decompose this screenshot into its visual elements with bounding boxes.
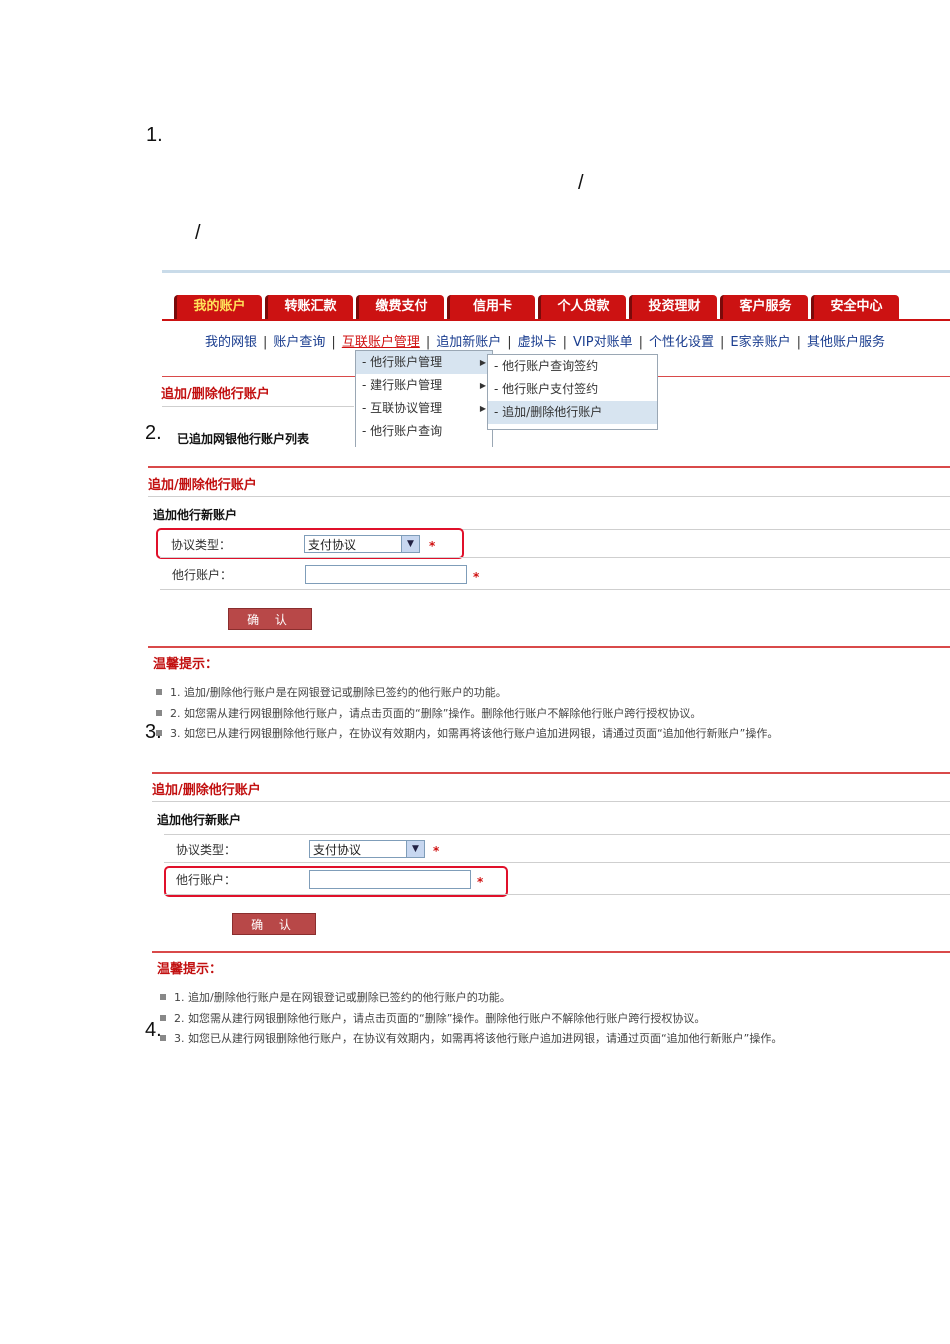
form-title: 追加/删除他行账户 [152, 783, 261, 798]
subnav-item-other-services[interactable]: 其他账户服务 [807, 335, 885, 350]
subnav-separator: | [562, 335, 568, 350]
subnav-item-account-query[interactable]: 账户查询 [273, 335, 325, 350]
protocol-type-label: 协议类型： [176, 843, 237, 857]
tab-customer-service[interactable]: 客户服务 [720, 295, 808, 319]
tip-item: 3. 如您已从建行网银删除他行账户，在协议有效期内，如需再将该他行账户追加进网银… [156, 725, 778, 741]
menu-item-other-bank-query[interactable]: - 他行账户查询 [356, 420, 492, 443]
menu-item-payment-signing[interactable]: - 他行账户支付签约 [488, 378, 657, 401]
subnav-item-add-account[interactable]: 追加新账户 [436, 335, 501, 350]
subnav-separator: | [720, 335, 725, 350]
menu-item-interbank-agreements[interactable]: - 互联协议管理 ▶ [356, 397, 492, 420]
form-row-divider [164, 894, 950, 895]
tab-my-account[interactable]: 我的账户 [174, 295, 262, 319]
menu-item-other-bank-accounts[interactable]: - 他行账户管理 ▶ [356, 351, 492, 374]
form-subtitle: 追加他行新账户 [157, 813, 242, 827]
tip-item: 1. 追加/删除他行账户是在网银登记或删除已签约的他行账户的功能。 [160, 989, 511, 1005]
tab-payment[interactable]: 缴费支付 [356, 295, 444, 319]
form-title: 追加/删除他行账户 [148, 478, 257, 493]
tips-title: 温馨提示： [153, 657, 219, 672]
subnav-separator: | [263, 335, 268, 350]
subnav-separator: | [507, 335, 512, 350]
menu-item-query-signing[interactable]: - 他行账户查询签约 [488, 355, 657, 378]
step-number-1: 1. [146, 124, 163, 146]
account-list-title: 已追加网银他行账户列表 [177, 432, 310, 446]
confirm-button[interactable]: 确 认 [232, 913, 316, 935]
menu-item-label: - 互联协议管理 [362, 401, 443, 415]
required-star: * [433, 844, 440, 858]
menu-item-label: - 他行账户管理 [362, 355, 443, 369]
subnav-item-vip-statement[interactable]: VIP对账单 [573, 335, 633, 350]
tab-investment[interactable]: 投资理财 [629, 295, 717, 319]
section-divider [148, 646, 950, 648]
slash-mark: / [578, 172, 584, 194]
tab-security-center[interactable]: 安全中心 [811, 295, 899, 319]
menu-item-ccb-accounts[interactable]: - 建行账户管理 ▶ [356, 374, 492, 397]
step-number-2: 2. [145, 422, 162, 444]
dropdown-menu-level1: - 他行账户管理 ▶ - 建行账户管理 ▶ - 互联协议管理 ▶ - 他行账户查询 [355, 350, 493, 447]
subnav-item-virtual-card[interactable]: 虚拟卡 [518, 335, 557, 350]
subnav-item-interbank-accounts[interactable]: 互联账户管理 [342, 335, 420, 350]
tip-item: 2. 如您需从建行网银删除他行账户，请点击页面的“删除”操作。删除他行账户不解除… [156, 705, 701, 721]
header-divider [162, 270, 950, 273]
submenu-arrow-icon: ▶ [479, 358, 486, 367]
step-number-3: 3. [145, 721, 162, 743]
other-account-label: 他行账户： [172, 568, 233, 582]
other-account-input[interactable] [305, 565, 467, 584]
subnav-separator: | [331, 335, 336, 350]
bullet-icon [160, 994, 166, 1000]
highlight-box [156, 528, 464, 559]
tip-text: 2. 如您需从建行网银删除他行账户，请点击页面的“删除”操作。删除他行账户不解除… [174, 1012, 706, 1025]
subnav-item-my-banking[interactable]: 我的网银 [205, 335, 257, 350]
menu-item-label: - 他行账户查询 [362, 424, 443, 438]
bullet-icon [156, 689, 162, 695]
subnav-item-family-account[interactable]: E家亲账户 [730, 335, 790, 350]
section-divider [152, 951, 950, 953]
menu-item-label: - 建行账户管理 [362, 378, 443, 392]
protocol-type-select[interactable]: 支付协议 ▼ [309, 840, 425, 858]
confirm-button[interactable]: 确 认 [228, 608, 312, 630]
tip-text: 2. 如您需从建行网银删除他行账户，请点击页面的“删除”操作。删除他行账户不解除… [170, 707, 702, 720]
tab-credit-card[interactable]: 信用卡 [447, 295, 535, 319]
subnav-item-personalization[interactable]: 个性化设置 [649, 335, 714, 350]
tab-personal-loan[interactable]: 个人贷款 [538, 295, 626, 319]
bullet-icon [156, 710, 162, 716]
section-divider [148, 496, 950, 497]
slash-mark: / [195, 222, 201, 244]
form-row-divider [160, 589, 950, 590]
protocol-type-value: 支付协议 [313, 843, 362, 857]
tip-item: 2. 如您需从建行网银删除他行账户，请点击页面的“删除”操作。删除他行账户不解除… [160, 1010, 705, 1026]
tip-item: 3. 如您已从建行网银删除他行账户，在协议有效期内，如需再将该他行账户追加进网银… [160, 1030, 782, 1046]
page-title: 追加/删除他行账户 [161, 387, 270, 402]
menu-item-add-delete-account[interactable]: - 追加/删除他行账户 [488, 401, 657, 424]
tip-text: 3. 如您已从建行网银删除他行账户，在协议有效期内，如需再将该他行账户追加进网银… [170, 727, 779, 740]
tip-text: 1. 追加/删除他行账户是在网银登记或删除已签约的他行账户的功能。 [174, 991, 511, 1004]
tip-item: 1. 追加/删除他行账户是在网银登记或删除已签约的他行账户的功能。 [156, 684, 507, 700]
sub-navigation: 我的网银 | 账户查询 | 互联账户管理 | 追加新账户 | 虚拟卡 | VIP对账单 | 个性化设置 |… [205, 331, 885, 350]
form-row-divider [164, 834, 950, 835]
tip-text: 3. 如您已从建行网银删除他行账户，在协议有效期内，如需再将该他行账户追加进网银… [174, 1032, 783, 1045]
subnav-separator: | [796, 335, 802, 350]
submenu-arrow-icon: ▶ [479, 404, 486, 413]
form-row-divider [160, 557, 950, 558]
dropdown-menu-level2: - 他行账户查询签约 - 他行账户支付签约 - 追加/删除他行账户 [487, 354, 658, 430]
tab-transfer[interactable]: 转账汇款 [265, 295, 353, 319]
tab-bar-underline [162, 319, 950, 321]
highlight-box [164, 866, 508, 897]
section-divider [152, 772, 950, 774]
section-divider [152, 801, 950, 802]
subnav-separator: | [425, 335, 431, 350]
form-subtitle: 追加他行新账户 [153, 508, 238, 522]
subnav-separator: | [638, 335, 643, 350]
required-star: * [473, 570, 480, 584]
tips-title: 温馨提示： [157, 962, 223, 977]
tip-text: 1. 追加/删除他行账户是在网银登记或删除已签约的他行账户的功能。 [170, 686, 507, 699]
form-row-divider [164, 862, 950, 863]
step-number-4: 4. [145, 1019, 162, 1041]
chevron-down-icon: ▼ [406, 841, 424, 857]
section-divider [162, 406, 354, 407]
section-divider [148, 466, 950, 468]
submenu-arrow-icon: ▶ [479, 381, 486, 390]
